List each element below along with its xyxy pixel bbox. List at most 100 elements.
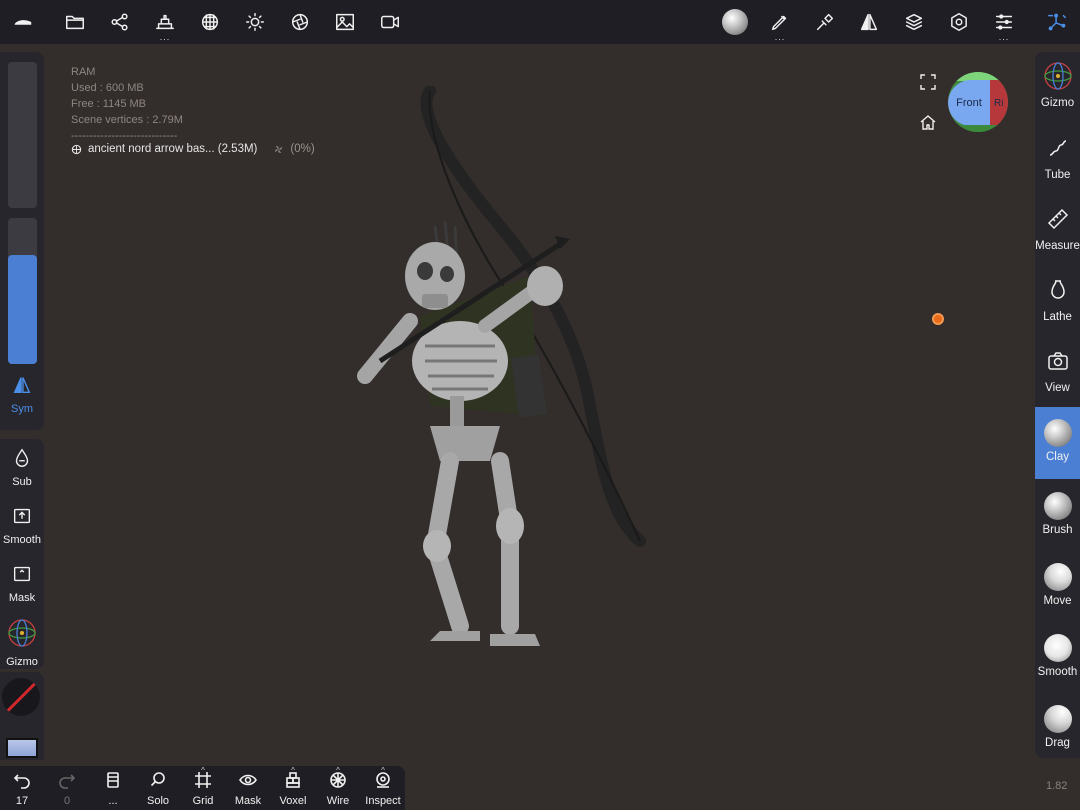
voxel-button[interactable]: ^ Voxel — [271, 766, 315, 807]
paint-icon[interactable]: ... — [763, 6, 797, 42]
ram-heading: RAM — [71, 66, 96, 78]
sub-label: Sub — [12, 476, 32, 488]
book-icon — [107, 772, 119, 788]
wire-label: Wire — [326, 795, 350, 807]
scene-graph-icon[interactable] — [103, 6, 137, 38]
sub-tool[interactable]: Sub — [0, 447, 44, 488]
skeleton-archer-model[interactable] — [340, 86, 660, 661]
grid-button[interactable]: ^ Grid — [181, 766, 225, 807]
sliders-icon[interactable]: ... — [987, 6, 1021, 42]
drop-icon — [15, 448, 29, 467]
background-icon[interactable] — [328, 6, 362, 38]
more-indicator: ... — [998, 32, 1010, 42]
grid-label: Grid — [192, 795, 214, 807]
smooth-label: Smooth — [1037, 666, 1078, 678]
more-indicator: ... — [159, 32, 171, 42]
matcap-sphere-icon[interactable] — [718, 6, 752, 38]
stats-overlay: RAM Used : 600 MB Free : 1145 MB Scene v… — [71, 64, 183, 144]
left-slider-panel: Sym — [0, 52, 44, 430]
sym-label: Sym — [11, 403, 33, 415]
gizmo-icon[interactable] — [1040, 6, 1074, 38]
camera-icon — [1047, 352, 1068, 370]
mask-visibility-button[interactable]: Mask — [226, 770, 270, 807]
shading-icon[interactable] — [283, 6, 317, 38]
mask-icon — [13, 566, 31, 582]
mask-tool[interactable]: Mask — [0, 563, 44, 604]
more-label: ... — [108, 795, 118, 807]
smooth-tool-right[interactable]: Smooth — [1035, 626, 1080, 694]
bottom-toolbar: 17 0 ... Solo ^ Grid Mask ^ Voxel ^ Wire… — [0, 766, 405, 810]
wire-button[interactable]: ^ Wire — [316, 766, 360, 807]
folder-icon[interactable] — [58, 6, 92, 38]
video-icon[interactable] — [373, 6, 407, 38]
redo-button[interactable]: 0 — [45, 770, 89, 807]
undo-count: 17 — [15, 795, 29, 807]
view-label: View — [1045, 382, 1070, 394]
right-tool-panel: Gizmo Tube Measure Lathe View Clay Brush… — [1035, 52, 1080, 758]
zoom-level: 1.82 — [1046, 780, 1068, 792]
caret-up-icon: ^ — [336, 766, 340, 775]
mesh-name: ancient nord arrow bas... (2.53M) — [88, 143, 258, 155]
measure-tool[interactable]: Measure — [1035, 199, 1080, 267]
caret-up-icon: ^ — [201, 766, 205, 775]
mesh-stats-row: ancient nord arrow bas... (2.53M) (0%) — [71, 143, 315, 155]
material-swatch[interactable] — [6, 738, 38, 758]
inspect-label: Inspect — [365, 795, 401, 807]
view-cube[interactable]: Front Ri — [948, 72, 1008, 132]
layers-icon[interactable] — [897, 6, 931, 38]
inspect-button[interactable]: ^ Inspect — [361, 766, 405, 807]
redo-icon — [59, 774, 76, 789]
clay-tool[interactable]: Clay — [1035, 407, 1080, 479]
smooth-label: Smooth — [3, 534, 41, 546]
tools-icon[interactable] — [808, 6, 842, 38]
light-icon[interactable] — [238, 6, 272, 38]
gizmo-tool-right[interactable]: Gizmo — [1035, 52, 1080, 120]
intensity-slider-fill — [8, 255, 37, 364]
view-cube-front[interactable]: Front — [948, 80, 990, 126]
pivot-point[interactable] — [932, 313, 944, 325]
fullscreen-icon[interactable] — [918, 72, 938, 92]
view-cube-front-label: Front — [956, 97, 982, 109]
symmetry-icon[interactable] — [852, 6, 886, 38]
scene-vertices: Scene vertices : 2.79M — [71, 114, 183, 126]
top-toolbar: ... ... ... — [0, 0, 1080, 44]
nomad-logo-icon[interactable] — [6, 6, 40, 38]
view-cube-right[interactable]: Ri — [990, 80, 1008, 126]
smooth-icon — [13, 508, 31, 524]
lathe-label: Lathe — [1043, 311, 1072, 323]
home-icon[interactable] — [918, 112, 938, 132]
view-tool[interactable]: View — [1035, 341, 1080, 409]
symmetry-icon — [13, 377, 31, 394]
voxel-label: Voxel — [279, 795, 307, 807]
primitives-icon[interactable]: ... — [148, 6, 182, 42]
gizmo-label: Gizmo — [6, 656, 38, 668]
tube-label: Tube — [1044, 169, 1071, 181]
gizmo-tool[interactable]: Gizmo — [0, 617, 44, 668]
lathe-tool[interactable]: Lathe — [1035, 270, 1080, 338]
ruler-icon — [1047, 208, 1068, 230]
drag-sphere-icon — [1043, 705, 1072, 733]
view-cube-bottom[interactable] — [956, 125, 1004, 132]
clay-label: Clay — [1045, 451, 1069, 463]
drag-label: Drag — [1045, 737, 1070, 749]
left-color-panel — [0, 672, 44, 760]
undo-button[interactable]: 17 — [0, 770, 44, 807]
color-swatch[interactable] — [2, 678, 40, 716]
material-icon[interactable] — [193, 6, 227, 38]
radius-slider[interactable] — [8, 62, 37, 208]
move-sphere-icon — [1043, 563, 1072, 591]
caret-up-icon: ^ — [381, 766, 385, 775]
move-label: Move — [1043, 595, 1072, 607]
more-indicator: ... — [774, 32, 786, 42]
brush-label: Brush — [1042, 524, 1073, 536]
drag-tool[interactable]: Drag — [1035, 697, 1080, 765]
move-tool[interactable]: Move — [1035, 555, 1080, 623]
brush-tool[interactable]: Brush — [1035, 484, 1080, 552]
solo-button[interactable]: Solo — [136, 770, 180, 807]
scene-book-button[interactable]: ... — [91, 770, 135, 807]
tube-tool[interactable]: Tube — [1035, 128, 1080, 196]
settings-icon[interactable] — [942, 6, 976, 38]
sym-toggle[interactable]: Sym — [0, 374, 44, 415]
measure-label: Measure — [1035, 240, 1080, 252]
smooth-tool[interactable]: Smooth — [0, 505, 44, 546]
